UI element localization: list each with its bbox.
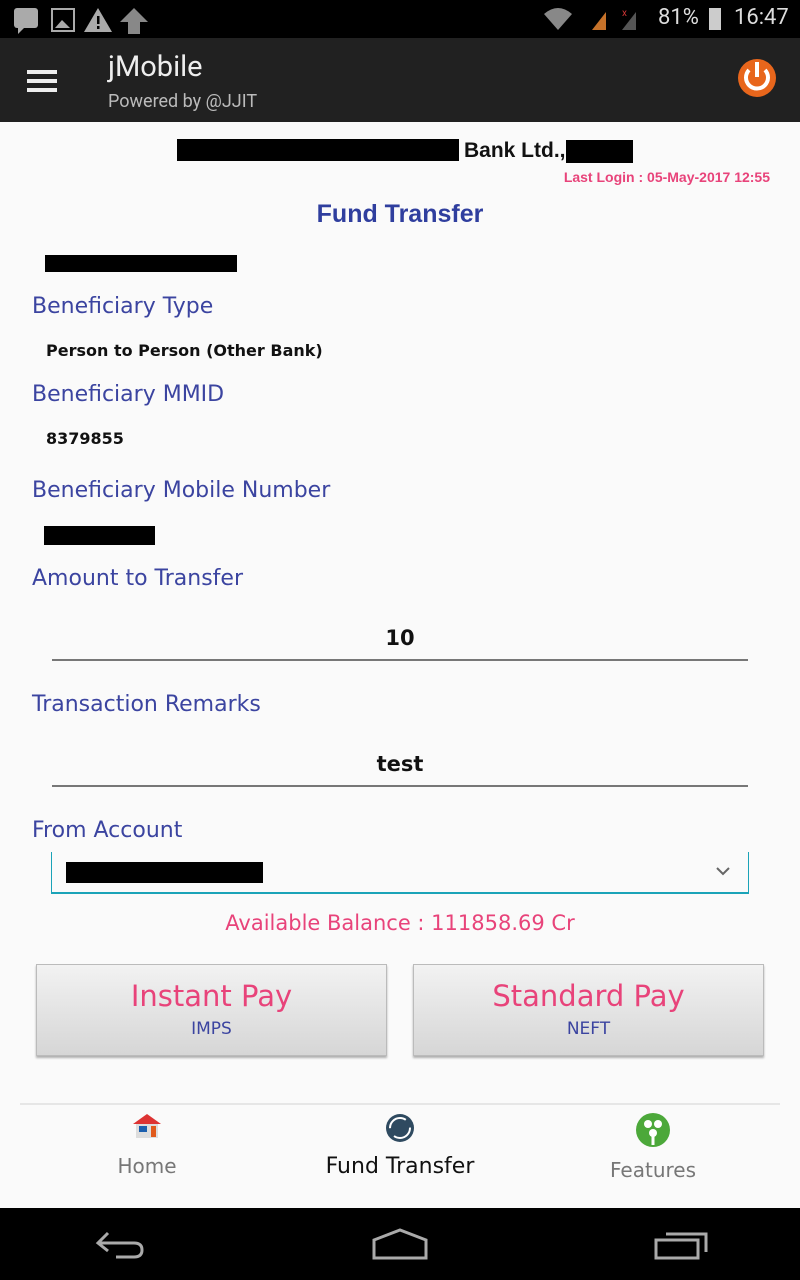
transfer-icon [386,1114,414,1142]
standard-pay-title: Standard Pay [492,979,685,1013]
svg-text:x: x [622,8,627,19]
home-icon [133,1114,161,1138]
redacted-mobile [44,526,155,545]
amount-label: Amount to Transfer [32,566,243,591]
app-bar: jMobile Powered by @JJIT [0,38,800,122]
remarks-input[interactable]: test [52,752,748,787]
chevron-down-icon [716,867,730,876]
power-icon[interactable] [736,58,778,100]
battery-icon [709,8,721,30]
last-login: Last Login : 05-May-2017 12:55 [563,169,770,185]
nav-fund-transfer-label: Fund Transfer [325,1154,475,1179]
system-nav-bar [0,1208,800,1280]
amount-input[interactable]: 10 [52,626,748,661]
redacted-branch [566,140,633,163]
from-account-select[interactable] [51,852,749,894]
battery-percent: 81% [658,5,699,30]
standard-pay-sub: NEFT [566,1019,611,1039]
mmid-label: Beneficiary MMID [32,382,225,407]
redacted-customer [45,255,237,272]
notification-icons [14,8,148,34]
nav-features-label: Features [610,1158,696,1182]
redacted-account [66,862,263,883]
redacted-bank-prefix [177,139,459,161]
available-balance: Available Balance : 111858.69 Cr [225,911,575,935]
nav-fund-transfer[interactable]: Fund Transfer [300,1112,500,1179]
home-nav-icon[interactable] [372,1228,428,1262]
page-title: Fund Transfer [316,200,484,228]
divider [20,1103,780,1105]
status-bar: x 81% 16:47 [0,0,800,38]
standard-pay-button[interactable]: Standard Pay NEFT [413,964,764,1056]
hamburger-icon[interactable] [27,70,57,92]
beneficiary-type-value: Person to Person (Other Bank) [46,341,323,360]
nav-features[interactable]: Features [553,1112,753,1182]
beneficiary-type-label: Beneficiary Type [32,294,214,319]
recents-icon[interactable] [654,1230,710,1262]
remarks-label: Transaction Remarks [32,692,261,717]
app-subtitle: Powered by @JJIT [108,91,258,112]
connectivity-icons: x [544,8,636,30]
instant-pay-sub: IMPS [191,1019,232,1039]
mmid-value: 8379855 [46,429,124,448]
back-icon[interactable] [94,1230,146,1260]
app-title: jMobile [108,50,203,84]
features-icon [636,1113,670,1147]
clock: 16:47 [734,5,789,30]
instant-pay-button[interactable]: Instant Pay IMPS [36,964,387,1056]
mobile-label: Beneficiary Mobile Number [32,478,331,503]
from-account-label: From Account [32,818,183,843]
nav-home[interactable]: Home [47,1112,247,1178]
bank-name: Bank Ltd., [464,139,566,162]
instant-pay-title: Instant Pay [130,979,293,1013]
nav-home-label: Home [117,1154,177,1178]
